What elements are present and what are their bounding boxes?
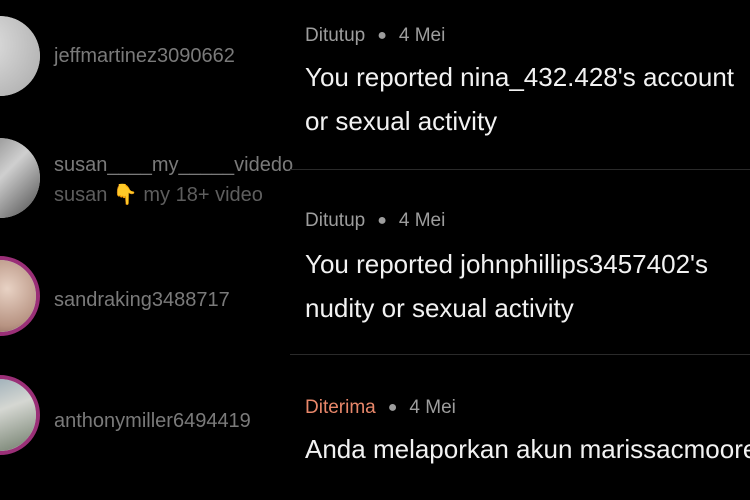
- report-status: Diterima: [305, 397, 376, 418]
- reports-screen: jeffmartinez3090662 susan____my_____vide…: [0, 0, 750, 500]
- separator-dot: ●: [377, 27, 387, 44]
- report-message-line: You reported johnphillips3457402's: [305, 249, 708, 279]
- account-username: sandraking3488717: [54, 289, 230, 311]
- report-meta: Ditutup ● 4 Mei: [305, 210, 445, 232]
- report-item[interactable]: Ditutup ● 4 Mei You reported nina_432.42…: [290, 0, 750, 170]
- report-item[interactable]: Diterima ● 4 Mei Anda melaporkan akun ma…: [290, 355, 750, 500]
- separator-dot: ●: [387, 399, 398, 416]
- separator-dot: ●: [377, 212, 387, 229]
- avatar: [0, 256, 40, 336]
- report-message-line: or sexual activity: [305, 106, 498, 136]
- report-item[interactable]: Ditutup ● 4 Mei You reported johnphillip…: [290, 170, 750, 355]
- account-username: susan____my_____videdo: [54, 154, 294, 176]
- report-message-line: Anda melaporkan akun marissacmoore: [305, 434, 750, 464]
- report-message-line: You reported nina_432.428's account: [305, 62, 735, 92]
- account-username: anthonymiller6494419: [54, 410, 251, 432]
- account-username: jeffmartinez3090662: [54, 45, 235, 67]
- account-subtitle: susan 👇 my 18+ video: [54, 184, 263, 206]
- report-date: 4 Mei: [398, 210, 446, 231]
- account-row[interactable]: anthonymiller6494419: [0, 370, 290, 490]
- account-row[interactable]: sandraking3488717: [0, 240, 290, 360]
- account-row[interactable]: susan____my_____videdo susan 👇 my 18+ vi…: [0, 110, 294, 220]
- report-date: 4 Mei: [398, 25, 446, 46]
- account-row[interactable]: jeffmartinez3090662: [0, 0, 290, 110]
- avatar: [0, 375, 40, 455]
- avatar: [0, 16, 40, 96]
- report-status: Ditutup: [305, 25, 366, 46]
- report-status: Ditutup: [305, 210, 366, 231]
- report-message-line: nudity or sexual activity: [305, 293, 574, 323]
- report-meta: Diterima ● 4 Mei: [305, 397, 456, 419]
- report-meta: Ditutup ● 4 Mei: [305, 25, 445, 47]
- avatar: [0, 138, 40, 218]
- report-date: 4 Mei: [409, 397, 456, 418]
